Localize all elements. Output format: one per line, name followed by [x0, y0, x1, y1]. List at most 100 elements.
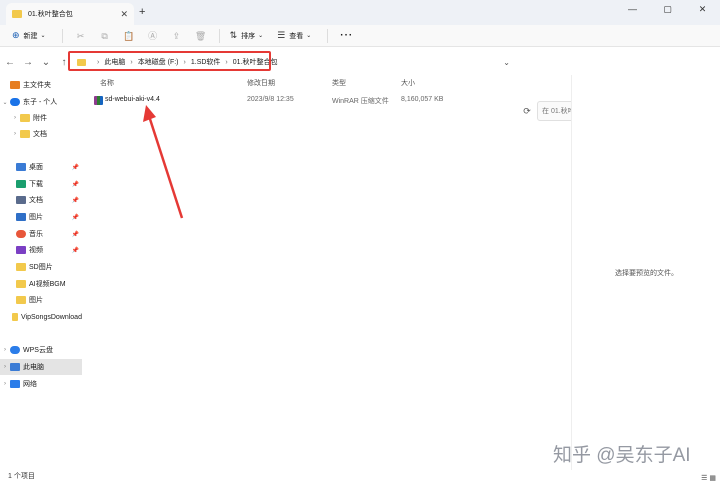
- pin-icon: 📌: [71, 164, 79, 171]
- sidebar-item-attachments[interactable]: › 附件: [0, 110, 82, 126]
- delete-icon[interactable]: 🗑: [189, 27, 213, 45]
- computer-icon: [10, 363, 20, 371]
- folder-icon: [20, 130, 30, 138]
- chevron-right-icon[interactable]: ›: [0, 364, 10, 370]
- pin-icon: 📌: [71, 197, 79, 204]
- sort-button[interactable]: ⇅ 排序 ⌄: [226, 27, 268, 45]
- tab-close-icon[interactable]: ✕: [120, 9, 128, 20]
- sidebar-item-label: 文档: [33, 131, 47, 138]
- preview-pane: 选择要预览的文件。: [571, 75, 720, 470]
- new-tab-button[interactable]: +: [139, 6, 145, 18]
- arrow-head: [143, 105, 156, 122]
- copy-icon[interactable]: ⧉: [93, 27, 117, 45]
- sidebar-item-label: SD图片: [29, 264, 53, 271]
- column-header-name[interactable]: 名称: [100, 78, 114, 88]
- sidebar-item-label: 文档: [29, 197, 43, 204]
- pin-icon: 📌: [71, 181, 79, 188]
- sidebar-item-pictures[interactable]: 图片 📌: [0, 209, 82, 225]
- rename-icon[interactable]: Ⓐ: [141, 27, 165, 45]
- sidebar-item-label: WPS云盘: [23, 347, 53, 354]
- close-window-button[interactable]: ✕: [685, 0, 720, 18]
- sidebar-item-label: VipSongsDownload: [21, 313, 82, 321]
- view-button-label: 查看: [289, 32, 304, 40]
- view-button[interactable]: ☰ 查看 ⌄: [273, 27, 315, 45]
- arrow-shaft: [147, 115, 184, 219]
- tab-title: 01.秋叶整合包: [28, 11, 73, 18]
- chevron-right-icon[interactable]: ›: [0, 347, 10, 353]
- pin-icon: 📌: [71, 214, 79, 221]
- video-icon: [16, 246, 26, 254]
- file-size: 8,160,057 KB: [401, 96, 444, 103]
- winrar-archive-icon: [94, 96, 103, 105]
- annotation-arrow: [143, 105, 184, 219]
- column-headers: ⌃ 名称 修改日期 类型 大小: [90, 76, 570, 90]
- chevron-down-icon: ⌄: [258, 33, 264, 39]
- sidebar-item-documents-cloud[interactable]: › 文档: [0, 126, 82, 142]
- sidebar-item-photos[interactable]: 图片: [0, 292, 82, 308]
- chevron-right-icon[interactable]: ›: [10, 131, 20, 137]
- column-header-modified[interactable]: 修改日期: [247, 78, 275, 88]
- minimize-button[interactable]: —: [615, 0, 650, 18]
- share-icon[interactable]: ⇪: [165, 27, 189, 45]
- sidebar-item-label: 桌面: [29, 164, 43, 171]
- status-bar: 1 个项目 ☰ ▦: [0, 470, 720, 483]
- sidebar-item-desktop[interactable]: 桌面 📌: [0, 159, 82, 175]
- home-icon: [10, 81, 20, 89]
- folder-icon: [12, 10, 22, 18]
- maximize-button[interactable]: ▢: [650, 0, 685, 18]
- column-header-size[interactable]: 大小: [401, 78, 415, 88]
- sidebar-item-sd-images[interactable]: SD图片: [0, 259, 82, 275]
- command-bar: ⊕ 新建 ⌄ ✂ ⧉ 📋 Ⓐ ⇪ 🗑 ⇅ 排序 ⌄ ☰ 查看 ⌄ ···: [0, 25, 720, 47]
- sidebar-item-onedrive[interactable]: ⌄ 东子 - 个人: [0, 94, 82, 110]
- column-header-type[interactable]: 类型: [332, 78, 346, 88]
- cloud-icon: [10, 98, 20, 106]
- sidebar-item-label: 音乐: [29, 231, 43, 238]
- item-count: 1 个项目: [8, 473, 35, 480]
- sidebar-item-label: AI视频BGM: [29, 281, 66, 288]
- chevron-down-icon: ⌄: [306, 33, 312, 39]
- new-button[interactable]: ⊕ 新建 ⌄: [8, 27, 50, 45]
- forward-button[interactable]: →: [20, 57, 36, 68]
- more-options-button[interactable]: ···: [334, 30, 359, 41]
- sidebar-item-home[interactable]: 主文件夹: [0, 77, 82, 93]
- folder-icon: [16, 263, 26, 271]
- paste-icon[interactable]: 📋: [117, 27, 141, 45]
- separator: [61, 28, 63, 43]
- picture-icon: [16, 213, 26, 221]
- watermark: 知乎 @吴东子AI: [553, 445, 691, 466]
- cut-icon[interactable]: ✂: [69, 27, 93, 45]
- pin-icon: 📌: [71, 247, 79, 254]
- plus-circle-icon: ⊕: [12, 30, 20, 40]
- network-icon: [10, 380, 20, 388]
- pin-icon: 📌: [71, 231, 79, 238]
- folder-icon: [20, 114, 30, 122]
- folder-icon: [16, 296, 26, 304]
- separator: [218, 28, 220, 43]
- sidebar-item-label: 主文件夹: [23, 82, 51, 89]
- title-bar: 01.秋叶整合包 ✕ + — ▢ ✕: [0, 0, 720, 25]
- recent-locations-button[interactable]: ⌄: [38, 57, 54, 68]
- navigation-pane: 主文件夹 ⌄ 东子 - 个人 › 附件 › 文档 桌面 📌 下载 📌 文档 📌 图片 📌…: [0, 75, 82, 470]
- tab-current-folder[interactable]: 01.秋叶整合包 ✕: [6, 3, 134, 25]
- download-icon: [16, 180, 26, 188]
- sidebar-item-music[interactable]: 音乐 📌: [0, 226, 82, 242]
- chevron-down-icon[interactable]: ⌄: [0, 99, 10, 106]
- chevron-right-icon[interactable]: ›: [10, 115, 20, 121]
- sidebar-item-label: 此电脑: [23, 364, 44, 371]
- cloud-icon: [10, 346, 20, 354]
- sidebar-item-label: 视频: [29, 247, 43, 254]
- view-toggle-icons[interactable]: ☰ ▦: [701, 472, 716, 483]
- music-icon: [16, 230, 26, 238]
- sidebar-item-ai-video-bgm[interactable]: AI视频BGM: [0, 276, 82, 292]
- chevron-right-icon[interactable]: ›: [0, 381, 10, 387]
- sidebar-item-documents[interactable]: 文档 📌: [0, 192, 82, 208]
- sidebar-item-downloads[interactable]: 下载 📌: [0, 176, 82, 192]
- sidebar-item-vipsongs[interactable]: VipSongsDownload: [0, 309, 82, 325]
- chevron-down-icon[interactable]: ⌄: [503, 58, 510, 67]
- sidebar-item-network[interactable]: › 网络: [0, 376, 82, 392]
- file-modified: 2023/9/8 12:35: [247, 96, 294, 103]
- sidebar-item-this-pc[interactable]: › 此电脑: [0, 359, 82, 375]
- sidebar-item-wps-cloud[interactable]: › WPS云盘: [0, 342, 82, 358]
- back-button[interactable]: ←: [2, 57, 18, 68]
- sidebar-item-videos[interactable]: 视频 📌: [0, 242, 82, 258]
